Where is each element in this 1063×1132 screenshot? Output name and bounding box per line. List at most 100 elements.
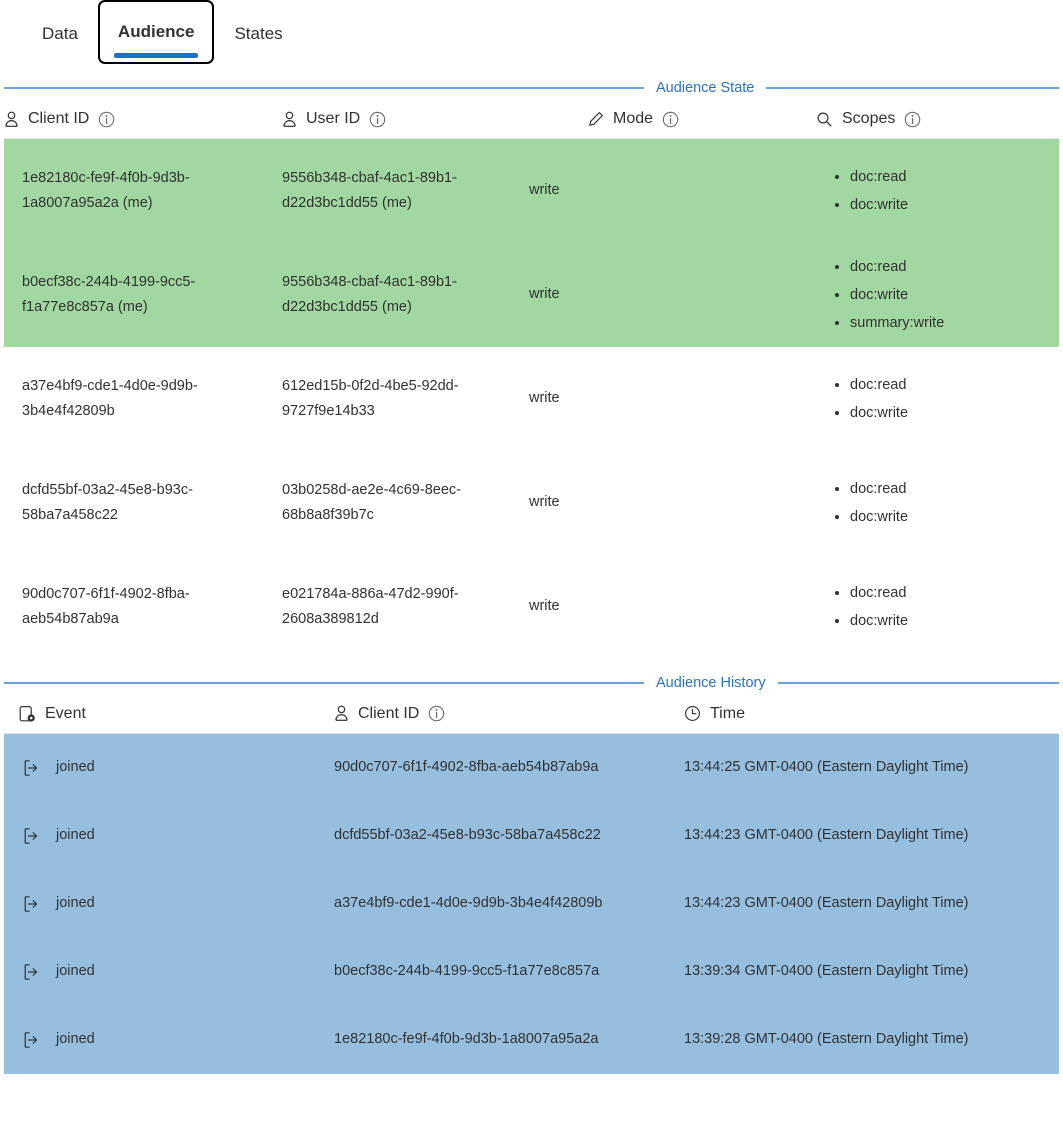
time-text: 13:44:23 GMT-0400 (Eastern Daylight Time…	[684, 827, 969, 843]
table-row[interactable]: joined dcfd55bf-03a2-45e8-b93c-58ba7a458…	[4, 801, 1059, 870]
info-icon[interactable]	[428, 705, 445, 722]
clock-icon	[684, 705, 701, 722]
event-label: joined	[56, 963, 95, 979]
table-row[interactable]: joined 1e82180c-fe9f-4f0b-9d3b-1a8007a95…	[4, 1005, 1059, 1074]
audience-history-body: joined 90d0c707-6f1f-4902-8fba-aeb54b87a…	[4, 733, 1059, 1074]
info-icon[interactable]	[904, 111, 921, 128]
audience-state-legend-label: Audience State	[656, 80, 755, 96]
cell-time: 13:44:25 GMT-0400 (Eastern Daylight Time…	[684, 733, 1059, 802]
cell-scopes: doc:read doc:write	[812, 138, 1059, 243]
scope-item: doc:read	[850, 253, 1059, 281]
table-row[interactable]: joined a37e4bf9-cde1-4d0e-9d9b-3b4e4f428…	[4, 869, 1059, 938]
scopes-list: doc:read doc:write	[812, 579, 1059, 635]
cell-mode: write	[529, 390, 560, 406]
cell-event: joined	[4, 1005, 334, 1074]
table-header-row: Client ID User ID Mode Scopes	[4, 106, 1059, 139]
scope-item: doc:read	[850, 579, 1059, 607]
time-text: 13:44:25 GMT-0400 (Eastern Daylight Time…	[684, 759, 969, 775]
event-label: joined	[56, 827, 95, 843]
table-row[interactable]: a37e4bf9-cde1-4d0e-9d9b-3b4e4f42809b 612…	[4, 347, 1059, 451]
cell-client-id: 90d0c707-6f1f-4902-8fba-aeb54b87ab9a	[334, 733, 684, 802]
cell-time: 13:39:34 GMT-0400 (Eastern Daylight Time…	[684, 937, 1059, 1006]
event-label: joined	[56, 1031, 95, 1047]
column-header-mode[interactable]: Mode	[529, 106, 812, 139]
time-text: 13:44:23 GMT-0400 (Eastern Daylight Time…	[684, 895, 969, 911]
event-device-icon	[18, 705, 36, 723]
cell-mode: write	[529, 494, 560, 510]
table-row[interactable]: joined b0ecf38c-244b-4199-9cc5-f1a77e8c8…	[4, 937, 1059, 1006]
cell-time: 13:44:23 GMT-0400 (Eastern Daylight Time…	[684, 869, 1059, 938]
client-id-text: 90d0c707-6f1f-4902-8fba-aeb54b87ab9a	[334, 759, 599, 775]
scope-item: doc:read	[850, 475, 1059, 503]
scopes-list: doc:read doc:write	[812, 475, 1059, 531]
audience-state-legend: Audience State	[4, 78, 1059, 98]
scope-item: summary:write	[850, 309, 1059, 337]
cell-user-id: 03b0258d-ae2e-4c69-8eec-68b8a8f39b7c	[282, 481, 461, 523]
cell-client-id: b0ecf38c-244b-4199-9cc5-f1a77e8c857a	[334, 937, 684, 1006]
scopes-list: doc:read doc:write summary:write	[812, 253, 1059, 337]
cell-client-id: a37e4bf9-cde1-4d0e-9d9b-3b4e4f42809b	[22, 377, 198, 419]
event-label: joined	[56, 759, 95, 775]
client-id-text: b0ecf38c-244b-4199-9cc5-f1a77e8c857a	[334, 963, 600, 979]
column-header-user-id[interactable]: User ID	[282, 106, 529, 139]
sign-in-icon	[22, 827, 40, 845]
scope-item: doc:write	[850, 607, 1059, 635]
tab-audience-label: Audience	[117, 22, 195, 41]
table-header-row: Event Client ID Time	[4, 700, 1059, 734]
scope-item: doc:write	[850, 191, 1059, 219]
table-row[interactable]: 90d0c707-6f1f-4902-8fba-aeb54b87ab9a e02…	[4, 555, 1059, 659]
client-id-text: a37e4bf9-cde1-4d0e-9d9b-3b4e4f42809b	[334, 895, 603, 911]
info-icon[interactable]	[98, 111, 115, 128]
column-header-client-id[interactable]: Client ID	[4, 106, 282, 139]
scope-item: doc:write	[850, 503, 1059, 531]
audience-state-table: Client ID User ID Mode Scopes 1e82180c-f…	[4, 106, 1059, 659]
tab-states-label: States	[234, 24, 283, 43]
tab-data[interactable]: Data	[22, 0, 98, 62]
legend-rule-right	[777, 681, 1059, 684]
tab-bar: Data Audience States	[0, 0, 1063, 78]
cell-client-id: dcfd55bf-03a2-45e8-b93c-58ba7a458c22	[334, 801, 684, 870]
tab-data-label: Data	[42, 24, 78, 43]
person-icon	[334, 705, 349, 722]
column-header-label: Client ID	[28, 110, 90, 127]
tab-audience[interactable]: Audience	[97, 0, 215, 64]
column-header-scopes[interactable]: Scopes	[812, 106, 1059, 139]
cell-time: 13:39:28 GMT-0400 (Eastern Daylight Time…	[684, 1005, 1059, 1074]
tab-states[interactable]: States	[214, 0, 302, 62]
scope-item: doc:read	[850, 371, 1059, 399]
audience-history-legend: Audience History	[4, 673, 1059, 693]
sign-in-icon	[22, 963, 40, 981]
sign-in-icon	[22, 1031, 40, 1049]
audience-history-section: Audience History Event Client ID Time jo…	[4, 673, 1059, 1074]
cell-client-id: 90d0c707-6f1f-4902-8fba-aeb54b87ab9a	[22, 585, 190, 627]
table-row[interactable]: joined 90d0c707-6f1f-4902-8fba-aeb54b87a…	[4, 733, 1059, 802]
legend-rule-right	[766, 87, 1059, 89]
cell-user-id: 612ed15b-0f2d-4be5-92dd-9727f9e14b33	[282, 377, 459, 419]
column-header-client-id[interactable]: Client ID	[334, 700, 684, 734]
column-header-time[interactable]: Time	[684, 700, 1059, 734]
scope-item: doc:read	[850, 163, 1059, 191]
search-icon	[816, 111, 833, 128]
info-icon[interactable]	[662, 111, 679, 128]
audience-state-section: Audience State Client ID User ID Mode Sc…	[4, 78, 1059, 659]
scopes-list: doc:read doc:write	[812, 163, 1059, 219]
scope-item: doc:write	[850, 281, 1059, 309]
cell-client-id: dcfd55bf-03a2-45e8-b93c-58ba7a458c22	[22, 481, 193, 523]
cell-mode: write	[529, 598, 560, 614]
event-label: joined	[56, 895, 95, 911]
table-row[interactable]: dcfd55bf-03a2-45e8-b93c-58ba7a458c22 03b…	[4, 451, 1059, 555]
info-icon[interactable]	[369, 111, 386, 128]
column-header-label: User ID	[306, 110, 361, 127]
column-header-event[interactable]: Event	[4, 700, 334, 734]
time-text: 13:39:28 GMT-0400 (Eastern Daylight Time…	[684, 1031, 969, 1047]
table-row[interactable]: b0ecf38c-244b-4199-9cc5-f1a77e8c857a (me…	[4, 242, 1059, 347]
time-text: 13:39:34 GMT-0400 (Eastern Daylight Time…	[684, 963, 969, 979]
sign-in-icon	[22, 895, 40, 913]
table-row[interactable]: 1e82180c-fe9f-4f0b-9d3b-1a8007a95a2a (me…	[4, 138, 1059, 243]
column-header-label: Client ID	[358, 704, 420, 722]
cell-event: joined	[4, 733, 334, 802]
scope-item: doc:write	[850, 399, 1059, 427]
cell-event: joined	[4, 937, 334, 1006]
column-header-label: Mode	[613, 110, 654, 127]
column-header-label: Time	[710, 704, 745, 722]
